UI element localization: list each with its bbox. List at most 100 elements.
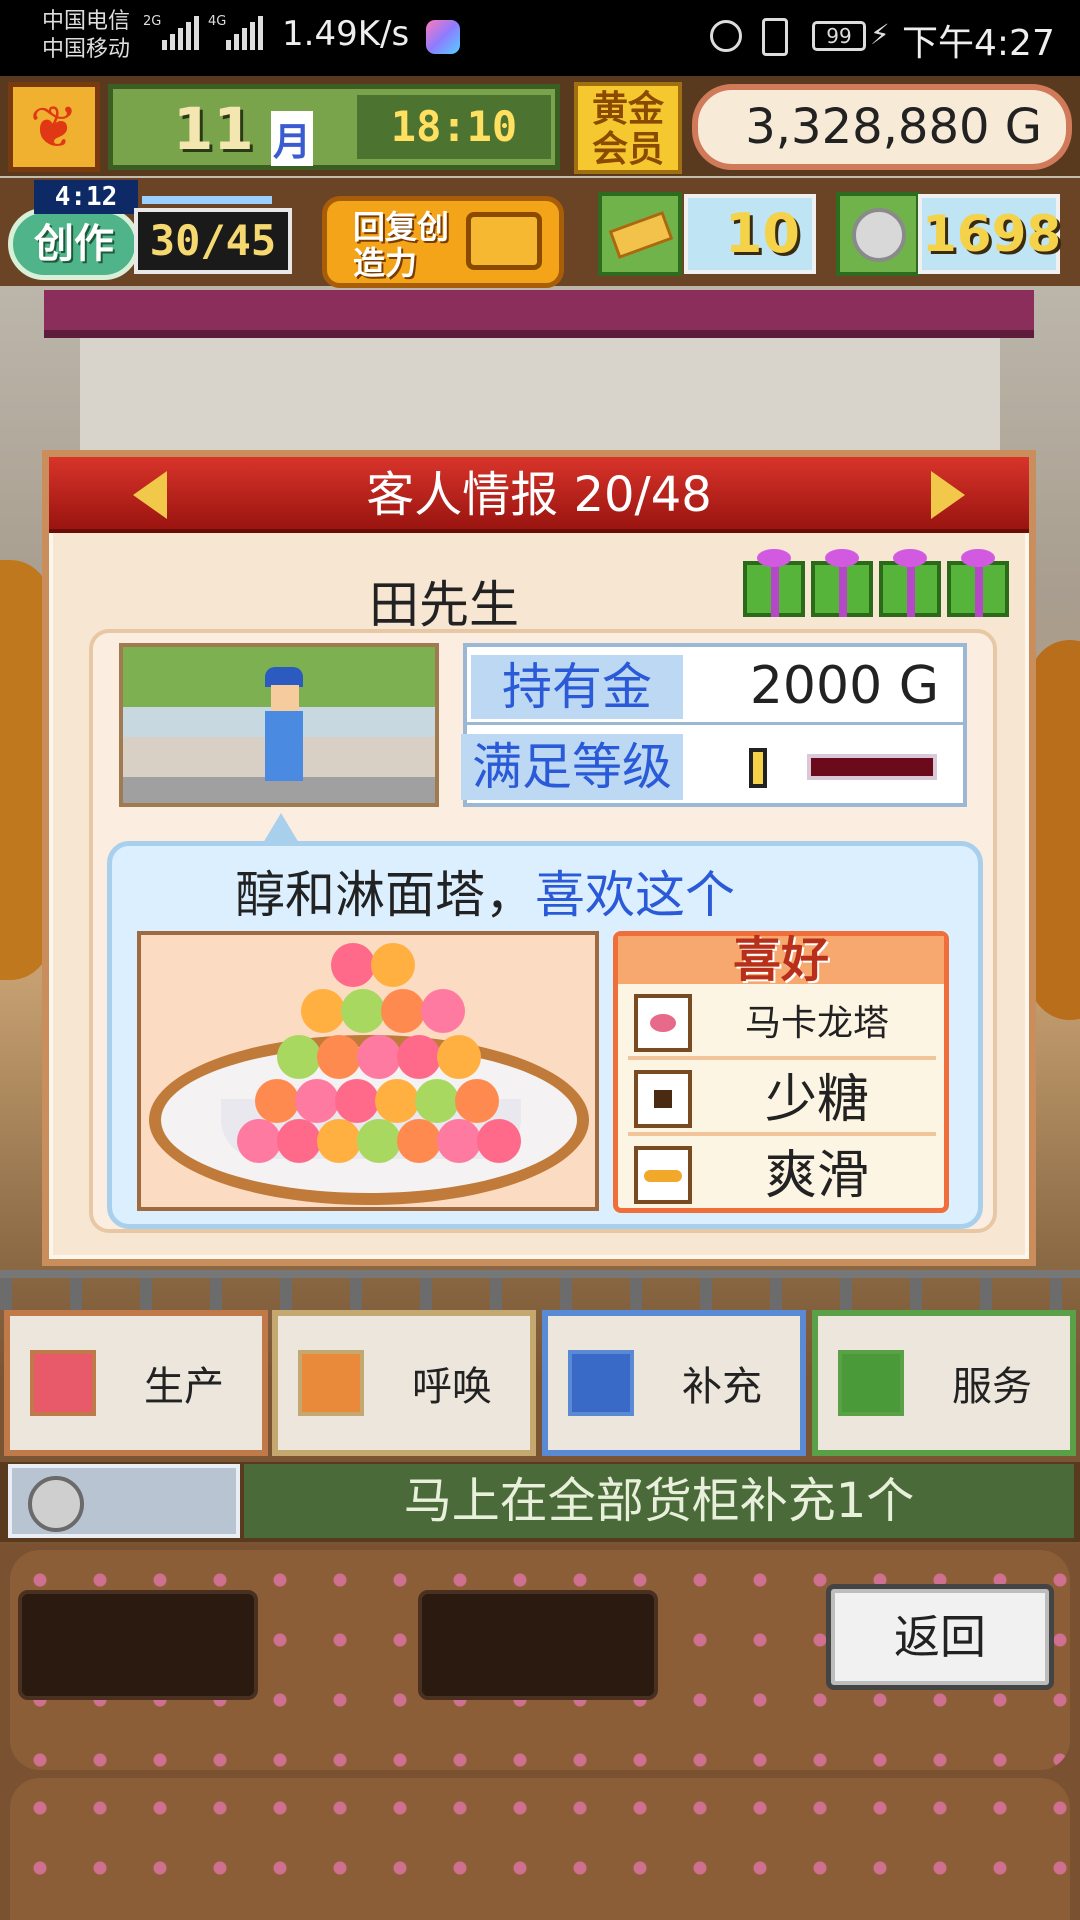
medal-coin-icon[interactable]	[836, 192, 920, 276]
speech-bubble-tail	[263, 813, 299, 843]
status-clock: 下午4:27	[902, 23, 1055, 64]
dish-image	[137, 931, 599, 1211]
service-label: 服务	[952, 1364, 1032, 1410]
fence	[0, 1270, 1080, 1310]
call-label: 呼唤	[412, 1364, 492, 1410]
macaron	[357, 1035, 401, 1079]
preference-row: 爽滑	[628, 1140, 936, 1212]
carrier-1: 中国电信	[42, 9, 131, 34]
preference-row: 少糖	[628, 1064, 936, 1136]
create-points: 30/45	[134, 208, 292, 274]
money-row: 持有金 2000 G	[467, 647, 963, 725]
satisfaction-marker	[749, 748, 767, 788]
signal-2-icon	[226, 16, 263, 50]
macaron	[371, 943, 415, 987]
alarm-icon	[710, 20, 742, 52]
macaron	[397, 1119, 441, 1163]
money-display: 3,328,880 G	[692, 84, 1072, 170]
gift-rating	[743, 549, 1009, 617]
horn-icon	[298, 1350, 364, 1416]
square-icon	[634, 1070, 692, 1128]
next-arrow-icon[interactable]	[931, 471, 965, 519]
dialog-title: 客人情报 20/48	[366, 467, 712, 523]
macaron	[455, 1079, 499, 1123]
game-time: 18:10	[357, 95, 551, 159]
money-value: 2000 G	[749, 656, 939, 716]
macaron	[317, 1119, 361, 1163]
macaron	[255, 1079, 299, 1123]
back-button[interactable]: 返回	[826, 1584, 1054, 1690]
customer-name: 田先生	[369, 576, 519, 634]
signal-1-label: 2G	[143, 14, 162, 29]
ticket-icon[interactable]	[598, 192, 682, 276]
calendar-box: 11 月 18:10	[108, 84, 560, 170]
customer-portrait	[119, 643, 439, 807]
customer-sprite	[265, 667, 303, 787]
counter-slot	[18, 1590, 258, 1700]
recover-label: 回复创造力	[353, 208, 450, 282]
service-button[interactable]: 服务	[812, 1310, 1076, 1456]
macaron	[437, 1119, 481, 1163]
net-speed: 1.49K/s	[282, 14, 410, 54]
counter-bottom	[10, 1778, 1070, 1920]
gift-icon	[947, 549, 1009, 617]
create-timer: 4:12	[34, 180, 138, 214]
restock-button[interactable]: 补充	[542, 1310, 806, 1456]
macaron	[415, 1079, 459, 1123]
counter-slot	[418, 1590, 658, 1700]
macaron	[381, 989, 425, 1033]
create-button[interactable]: 创作	[8, 208, 140, 280]
macaron	[295, 1079, 339, 1123]
medal-count: 1698	[918, 194, 1061, 274]
gold-member-button[interactable]: 黄金会员	[574, 82, 682, 174]
signal-2-label: 4G	[208, 14, 227, 29]
gift-icon	[811, 549, 873, 617]
macaron	[277, 1119, 321, 1163]
money-label: 持有金	[471, 655, 683, 719]
macaron	[437, 1035, 481, 1079]
info-message: 马上在全部货柜补充1个	[244, 1464, 1074, 1538]
bar-icon	[634, 1146, 692, 1204]
autumn-tree-right	[1030, 640, 1080, 1020]
macaron	[357, 1119, 401, 1163]
macaron-icon	[634, 994, 692, 1052]
app-notification-icon	[426, 20, 460, 54]
signal-1-icon	[162, 16, 199, 50]
charging-icon: ⚡	[870, 18, 890, 51]
status-bar: 中国电信 中国移动 2G 4G 1.49K/s 99 ⚡ 下午4:27	[0, 0, 1080, 76]
teacup-icon	[838, 1350, 904, 1416]
macaron	[421, 989, 465, 1033]
month-number: 11	[173, 95, 254, 163]
cost-box	[8, 1464, 240, 1538]
speech-item: 醇和淋面塔，	[235, 866, 535, 924]
season-badge[interactable]: ❦	[8, 82, 100, 172]
prev-arrow-icon[interactable]	[133, 471, 167, 519]
vibrate-icon	[762, 18, 788, 56]
battery-icon: 99	[812, 21, 866, 51]
macaron	[277, 1035, 321, 1079]
preferences-title: 喜好	[618, 936, 944, 984]
macaron	[341, 989, 385, 1033]
macaron	[397, 1035, 441, 1079]
macaron	[301, 989, 345, 1033]
action-bar: 生产 呼唤 补充 服务	[0, 1310, 1080, 1458]
bread-icon	[30, 1350, 96, 1416]
gift-icon	[743, 549, 805, 617]
macaron	[335, 1079, 379, 1123]
call-button[interactable]: 呼唤	[272, 1310, 536, 1456]
speech-text: 醇和淋面塔，喜欢这个	[235, 855, 735, 927]
produce-button[interactable]: 生产	[4, 1310, 268, 1456]
macaron	[477, 1119, 521, 1163]
produce-label: 生产	[144, 1364, 224, 1410]
create-progress-bar	[142, 196, 272, 204]
satisfaction-row: 满足等级	[461, 728, 963, 806]
info-bar: 马上在全部货柜补充1个	[0, 1462, 1080, 1542]
macaron	[331, 943, 375, 987]
month-label: 月	[271, 111, 314, 166]
preference-label: 少糖	[764, 1070, 869, 1130]
macaron	[237, 1119, 281, 1163]
medal-coin-icon	[28, 1476, 84, 1532]
preferences-card: 喜好 马卡龙塔 少糖 爽滑	[613, 931, 949, 1213]
preference-row: 马卡龙塔	[628, 988, 936, 1060]
preference-label: 爽滑	[764, 1146, 869, 1206]
